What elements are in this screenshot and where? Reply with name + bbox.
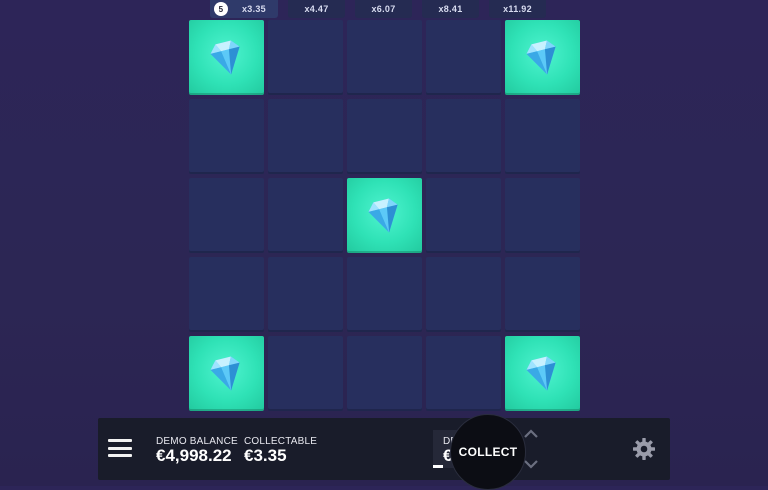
hidden-tile[interactable] bbox=[189, 257, 264, 332]
collect-button[interactable]: COLLECT bbox=[450, 414, 526, 490]
hidden-tile[interactable] bbox=[268, 336, 343, 411]
hidden-tile[interactable] bbox=[189, 178, 264, 253]
collect-label: COLLECT bbox=[458, 445, 518, 459]
collectable-value: €3.35 bbox=[244, 446, 287, 465]
multiplier-next: x11.92 bbox=[489, 0, 546, 18]
revealed-gem-tile[interactable] bbox=[505, 20, 580, 95]
hidden-tile[interactable] bbox=[189, 99, 264, 174]
picked-count-badge: 5 bbox=[214, 2, 228, 16]
hidden-tile[interactable] bbox=[347, 257, 422, 332]
menu-icon bbox=[108, 439, 132, 442]
hidden-tile[interactable] bbox=[426, 20, 501, 95]
hidden-tile[interactable] bbox=[347, 336, 422, 411]
multiplier-next: x6.07 bbox=[355, 0, 412, 18]
balance-value: €4,998.22 bbox=[156, 446, 232, 465]
menu-button[interactable] bbox=[108, 436, 132, 460]
multiplier-label: x3.35 bbox=[241, 4, 266, 14]
hidden-tile[interactable] bbox=[268, 178, 343, 253]
hidden-tile[interactable] bbox=[426, 336, 501, 411]
hidden-tile[interactable] bbox=[268, 257, 343, 332]
hidden-tile[interactable] bbox=[268, 99, 343, 174]
control-bar: DEMO BALANCE €4,998.22 COLLECTABLE €3.35… bbox=[98, 418, 670, 480]
multiplier-current: 5 x3.35 bbox=[210, 0, 278, 18]
revealed-gem-tile[interactable] bbox=[347, 178, 422, 253]
multiplier-label: x4.47 bbox=[304, 4, 329, 14]
hidden-tile[interactable] bbox=[268, 20, 343, 95]
diamond-icon bbox=[210, 40, 240, 74]
chevron-up-icon[interactable] bbox=[523, 428, 539, 440]
hidden-tile[interactable] bbox=[505, 178, 580, 253]
gear-icon bbox=[633, 438, 655, 460]
diamond-icon bbox=[210, 356, 240, 390]
hidden-tile[interactable] bbox=[505, 257, 580, 332]
revealed-gem-tile[interactable] bbox=[189, 20, 264, 95]
hidden-tile[interactable] bbox=[426, 257, 501, 332]
diamond-icon bbox=[526, 40, 556, 74]
menu-icon bbox=[108, 446, 132, 450]
multiplier-next: x4.47 bbox=[288, 0, 345, 18]
hidden-tile[interactable] bbox=[426, 99, 501, 174]
revealed-gem-tile[interactable] bbox=[189, 336, 264, 411]
settings-button[interactable] bbox=[626, 428, 662, 470]
revealed-gem-tile[interactable] bbox=[505, 336, 580, 411]
multiplier-label: x11.92 bbox=[503, 4, 532, 14]
multiplier-strip: 5 x3.35 x4.47 x6.07 x8.41 x11.92 bbox=[210, 0, 546, 18]
hidden-tile[interactable] bbox=[347, 99, 422, 174]
mine-grid bbox=[189, 20, 580, 411]
diamond-icon bbox=[526, 356, 556, 390]
multiplier-next: x8.41 bbox=[422, 0, 479, 18]
hidden-tile[interactable] bbox=[347, 20, 422, 95]
chevron-down-icon[interactable] bbox=[523, 458, 539, 470]
diamond-icon bbox=[368, 198, 398, 232]
menu-icon bbox=[108, 454, 132, 457]
multiplier-label: x6.07 bbox=[371, 4, 396, 14]
multiplier-label: x8.41 bbox=[438, 4, 463, 14]
hidden-tile[interactable] bbox=[426, 178, 501, 253]
bet-level-indicator bbox=[433, 465, 443, 468]
hidden-tile[interactable] bbox=[505, 99, 580, 174]
